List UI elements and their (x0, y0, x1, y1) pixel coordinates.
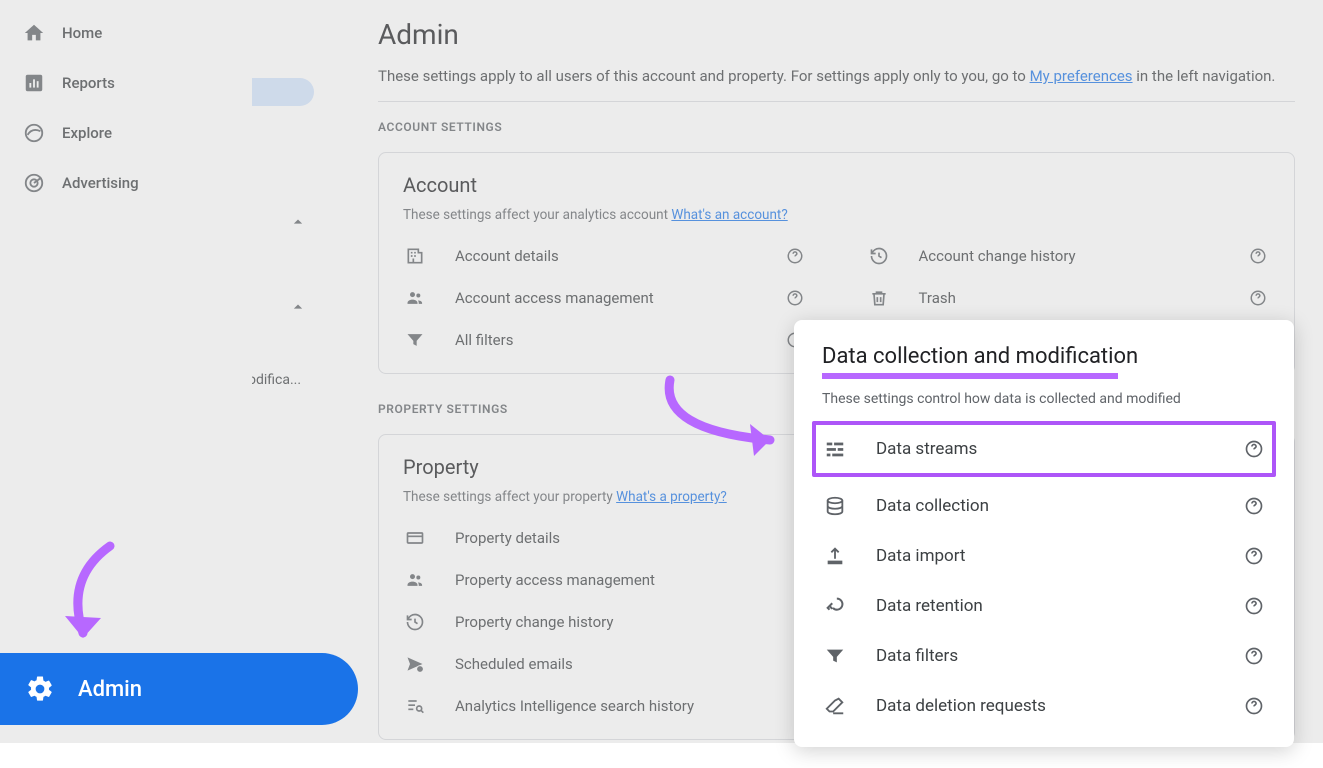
page-title: Admin (378, 18, 1295, 51)
eraser-icon (822, 695, 848, 717)
help-icon[interactable] (1246, 247, 1270, 265)
sidebar-item-advertising[interactable]: Advertising (0, 158, 252, 208)
my-preferences-link[interactable]: My preferences (1030, 67, 1133, 85)
all-filters-row[interactable]: All filters (403, 319, 807, 361)
trash-row[interactable]: Trash (867, 277, 1271, 319)
data-filters-row[interactable]: Data filters (822, 631, 1266, 681)
row-label: All filters (455, 331, 783, 349)
account-card-title: Account (403, 173, 1270, 197)
row-label: Account access management (455, 289, 783, 307)
account-details-row[interactable]: Account details (403, 235, 807, 277)
help-icon[interactable] (1242, 646, 1266, 666)
help-icon[interactable] (1242, 696, 1266, 716)
whats-a-property-link[interactable]: What's a property? (616, 489, 727, 505)
help-icon[interactable] (1242, 596, 1266, 616)
sidebar-item-home[interactable]: Home (0, 8, 252, 58)
send-clock-icon (403, 654, 427, 674)
advertising-icon (22, 171, 46, 195)
row-label: Data import (876, 546, 1242, 566)
help-icon[interactable] (783, 247, 807, 265)
account-card-description: These settings affect your analytics acc… (403, 207, 1270, 223)
data-collection-row[interactable]: Data collection (822, 481, 1266, 531)
sidebar-item-label: Reports (62, 74, 115, 92)
filter-icon (822, 645, 848, 667)
trash-icon (867, 288, 891, 308)
chevron-up-icon[interactable] (288, 212, 308, 232)
sidebar-item-label: Explore (62, 124, 112, 142)
history-icon (403, 612, 427, 632)
account-settings-label: ACCOUNT SETTINGS (378, 120, 1295, 134)
help-icon[interactable] (1246, 289, 1270, 307)
data-collection-popup: Data collection and modification These s… (794, 320, 1294, 747)
people-icon (403, 570, 427, 590)
sidebar-item-reports[interactable]: Reports (0, 58, 252, 108)
reports-icon (22, 71, 46, 95)
streams-icon (822, 438, 848, 460)
filter-icon (403, 330, 427, 350)
row-label: Data retention (876, 596, 1242, 616)
active-pill-partial (252, 78, 314, 106)
page-description: These settings apply to all users of thi… (378, 67, 1295, 85)
help-icon[interactable] (1242, 496, 1266, 516)
sidebar-item-admin[interactable]: Admin (0, 653, 358, 725)
database-icon (822, 495, 848, 517)
whats-an-account-link[interactable]: What's an account? (671, 207, 787, 223)
help-icon[interactable] (1242, 546, 1266, 566)
search-list-icon (403, 696, 427, 716)
account-access-row[interactable]: Account access management (403, 277, 807, 319)
truncated-nav-label: odifica... (248, 372, 301, 388)
sidebar: Home Reports Explore Advertising (0, 0, 252, 743)
data-import-row[interactable]: Data import (822, 531, 1266, 581)
help-icon[interactable] (783, 289, 807, 307)
admin-label: Admin (78, 677, 142, 702)
history-icon (867, 246, 891, 266)
popup-description: These settings control how data is colle… (822, 391, 1266, 407)
help-icon[interactable] (1242, 439, 1266, 459)
upload-icon (822, 545, 848, 567)
row-label: Data collection (876, 496, 1242, 516)
title-underline (822, 373, 1118, 379)
retention-icon (822, 595, 848, 617)
card-icon (403, 528, 427, 548)
row-label: Account details (455, 247, 783, 265)
chevron-up-icon[interactable] (288, 297, 308, 317)
sidebar-item-label: Home (62, 24, 102, 42)
sidebar-item-explore[interactable]: Explore (0, 108, 252, 158)
explore-icon (22, 121, 46, 145)
home-icon (22, 21, 46, 45)
row-label: Trash (919, 289, 1247, 307)
data-streams-row[interactable]: Data streams (812, 421, 1276, 477)
building-icon (403, 246, 427, 266)
divider (378, 101, 1295, 102)
gear-icon (24, 673, 56, 705)
row-label: Data filters (876, 646, 1242, 666)
sidebar-item-label: Advertising (62, 174, 139, 192)
row-label: Data streams (876, 439, 1242, 459)
account-change-history-row[interactable]: Account change history (867, 235, 1271, 277)
data-retention-row[interactable]: Data retention (822, 581, 1266, 631)
row-label: Account change history (919, 247, 1247, 265)
row-label: Data deletion requests (876, 696, 1242, 716)
people-icon (403, 288, 427, 308)
data-deletion-row[interactable]: Data deletion requests (822, 681, 1266, 731)
popup-title: Data collection and modification (822, 344, 1138, 369)
